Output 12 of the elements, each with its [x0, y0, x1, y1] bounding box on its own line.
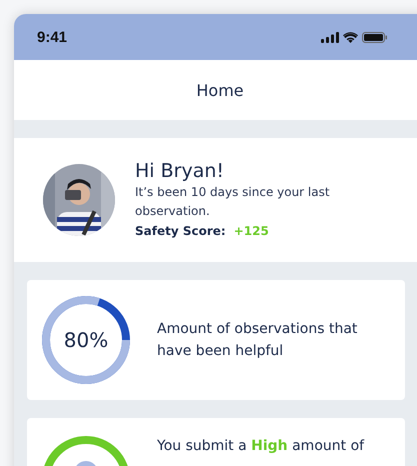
- score-label: Safety Score:: [135, 223, 226, 240]
- card-text: You submit a High amount of: [157, 437, 366, 456]
- greeting-text: Hi Bryan!: [135, 159, 225, 183]
- signal-icon: [321, 32, 339, 42]
- card-text: Amount of observations that have been helpful: [157, 320, 358, 361]
- percent-value: 80%: [64, 328, 108, 352]
- score-value: +125: [234, 223, 269, 240]
- header-title: Home: [196, 80, 244, 100]
- message-text: It’s been 10 days since your last observation.: [135, 184, 331, 220]
- status-time: 9:41: [37, 28, 68, 46]
- wifi-icon: [343, 32, 358, 42]
- battery-icon: [362, 32, 387, 42]
